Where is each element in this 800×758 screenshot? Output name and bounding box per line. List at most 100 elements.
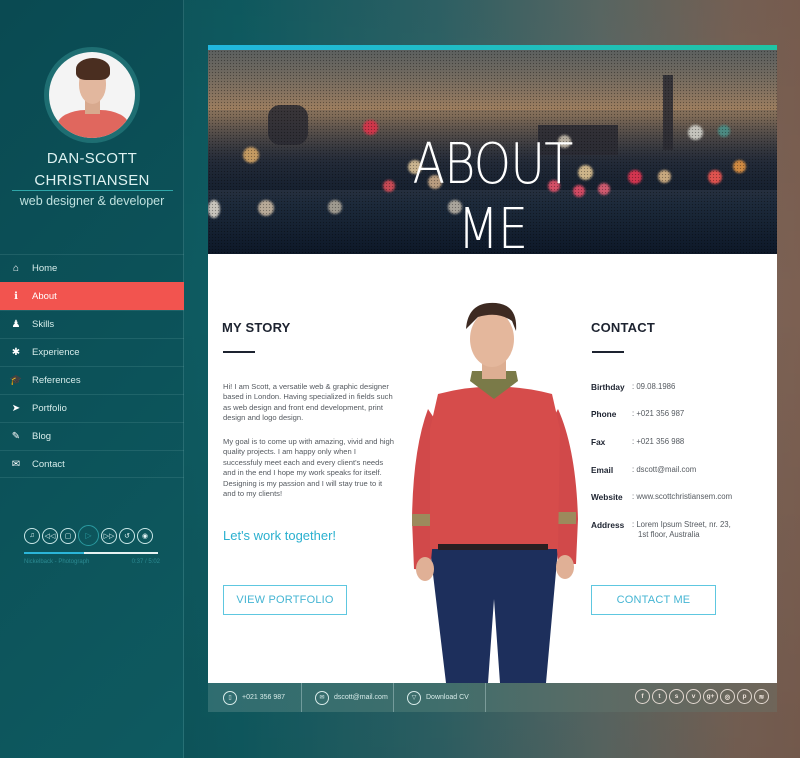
facebook-icon[interactable]: f bbox=[635, 689, 650, 704]
contact-row-email: Email : dscott@mail.com bbox=[591, 465, 696, 475]
profile-name-first: DAN-SCOTT bbox=[46, 150, 138, 167]
sidebar-item-label: Blog bbox=[32, 431, 52, 442]
track-name: Nickelback - Photograph bbox=[24, 559, 90, 565]
repeat-icon[interactable]: ↺ bbox=[119, 527, 135, 544]
contact-value-text: : Lorem Ipsum Street, nr. 23, bbox=[632, 520, 731, 529]
sidebar-nav: ⌂ Home ℹ About ♟ Skills ✱ Experience 🎓 References… bbox=[0, 254, 184, 478]
footer-email-text: dscott@mail.com bbox=[334, 694, 388, 701]
player-progress-bar[interactable] bbox=[24, 552, 158, 554]
contact-value-text-line2: 1st floor, Australia bbox=[638, 530, 700, 539]
contact-label: Address bbox=[591, 520, 625, 530]
story-heading-rule bbox=[223, 351, 255, 353]
phone-icon: ▯ bbox=[223, 690, 237, 705]
avatar bbox=[44, 47, 140, 143]
play-icon[interactable]: ▷ bbox=[78, 525, 99, 546]
player-controls: ♫ ◁◁ ▢ ▷ ▷▷ ↺ ◉ bbox=[24, 525, 162, 546]
profile-photo-model bbox=[412, 302, 578, 683]
footer-bar: ▯ +021 356 987 ✉ dscott@mail.com ▽ Downl… bbox=[208, 683, 777, 712]
contact-value-text: : +021 356 988 bbox=[632, 437, 685, 446]
download-cv-text: Download CV bbox=[426, 694, 469, 701]
rss-icon[interactable]: ≋ bbox=[754, 689, 769, 704]
dribbble-icon[interactable]: ◎ bbox=[720, 689, 735, 704]
contact-row-address: Address : Lorem Ipsum Street, nr. 23, 1st … bbox=[591, 520, 731, 540]
story-heading: MY STORY bbox=[222, 320, 291, 335]
contact-value: : +021 356 988 bbox=[632, 437, 684, 447]
contact-row-phone: Phone : +021 356 987 bbox=[591, 409, 684, 419]
paper-plane-icon: ➤ bbox=[11, 403, 21, 414]
contact-row-birthday: Birthday : 09.08.1986 bbox=[591, 382, 675, 392]
sidebar-item-about[interactable]: ℹ About bbox=[0, 282, 184, 310]
contact-me-button[interactable]: CONTACT ME bbox=[591, 585, 716, 615]
contact-label: Fax bbox=[591, 437, 606, 447]
sidebar-item-references[interactable]: 🎓 References bbox=[0, 366, 184, 394]
forward-icon[interactable]: ▷▷ bbox=[101, 527, 117, 544]
sidebar-item-blog[interactable]: ✎ Blog bbox=[0, 422, 184, 450]
footer-phone[interactable]: ▯ +021 356 987 bbox=[223, 683, 285, 712]
download-cv-link[interactable]: ▽ Download CV bbox=[407, 683, 469, 712]
contact-value: : 09.08.1986 bbox=[632, 382, 675, 392]
contact-value: : Lorem Ipsum Street, nr. 23, 1st floor, … bbox=[632, 520, 731, 540]
sidebar-item-label: Contact bbox=[32, 458, 65, 470]
contact-label: Birthday bbox=[591, 382, 625, 392]
contact-row-website: Website : www.scottchristiansem.com bbox=[591, 492, 732, 502]
home-icon: ⌂ bbox=[12, 263, 20, 274]
graduation-cap-icon: 🎓 bbox=[9, 375, 23, 386]
footer-divider bbox=[393, 683, 394, 712]
download-icon: ▽ bbox=[407, 690, 421, 705]
sidebar: DAN-SCOTT CHRISTIANSEN web designer & de… bbox=[0, 0, 184, 758]
contact-value-text: : +021 356 987 bbox=[632, 409, 685, 418]
story-paragraph-2: My goal is to come up with amazing, vivi… bbox=[223, 437, 394, 499]
page-title: ABOUT ME bbox=[412, 132, 573, 254]
music-player: ♫ ◁◁ ▢ ▷ ▷▷ ↺ ◉ Nickelback - Photograph 0:37 /… bbox=[24, 525, 162, 565]
profile-name-last: CHRISTIANSEN bbox=[34, 172, 150, 189]
contact-heading-rule bbox=[592, 351, 624, 353]
contact-row-fax: Fax : +021 356 988 bbox=[591, 437, 684, 447]
contact-label: Website bbox=[591, 492, 623, 502]
contact-value-text: : 09.08.1986 bbox=[632, 382, 676, 391]
track-time: 0:37 / 5:02 bbox=[131, 559, 160, 565]
envelope-icon: ✉ bbox=[11, 458, 21, 470]
social-links: f t s v g+ ◎ p ≋ bbox=[635, 689, 769, 704]
profile-role: web designer & developer bbox=[19, 194, 165, 208]
contact-heading: CONTACT bbox=[591, 320, 655, 335]
google-plus-icon[interactable]: g+ bbox=[703, 689, 718, 704]
sidebar-item-label: About bbox=[32, 291, 57, 302]
vimeo-icon[interactable]: v bbox=[686, 689, 701, 704]
contact-value: : +021 356 987 bbox=[632, 409, 684, 419]
pinterest-icon[interactable]: p bbox=[737, 689, 752, 704]
sidebar-item-label: Experience bbox=[32, 347, 80, 358]
sidebar-item-label: Home bbox=[32, 263, 58, 274]
contact-value[interactable]: : dscott@mail.com bbox=[632, 465, 696, 475]
contact-value-text: : www.scottchristiansem.com bbox=[632, 492, 733, 501]
footer-email[interactable]: ✉ dscott@mail.com bbox=[315, 683, 388, 712]
sidebar-item-portfolio[interactable]: ➤ Portfolio bbox=[0, 394, 184, 422]
footer-divider bbox=[485, 683, 486, 712]
twitter-icon[interactable]: t bbox=[652, 689, 667, 704]
stop-icon[interactable]: ▢ bbox=[60, 527, 76, 544]
quill-icon: ✎ bbox=[11, 431, 21, 442]
info-icon: ℹ bbox=[14, 291, 18, 302]
view-portfolio-button[interactable]: VIEW PORTFOLIO bbox=[223, 585, 347, 615]
contact-label: Email bbox=[591, 465, 614, 475]
player-progress-fill bbox=[24, 552, 85, 554]
music-icon[interactable]: ♫ bbox=[24, 527, 40, 544]
hero-banner: ABOUT ME bbox=[208, 50, 777, 254]
volume-icon[interactable]: ◉ bbox=[137, 527, 153, 544]
skype-icon[interactable]: s bbox=[669, 689, 684, 704]
about-content: MY STORY Hi! I am Scott, a versatile web… bbox=[208, 254, 777, 683]
gear-icon: ✱ bbox=[11, 347, 21, 358]
sidebar-item-contact[interactable]: ✉ Contact bbox=[0, 450, 184, 478]
user-check-icon: ♟ bbox=[11, 319, 21, 330]
contact-value[interactable]: : www.scottchristiansem.com bbox=[632, 492, 732, 502]
sidebar-item-experience[interactable]: ✱ Experience bbox=[0, 338, 184, 366]
sidebar-item-label: Skills bbox=[32, 319, 55, 330]
sidebar-item-label: References bbox=[32, 375, 81, 386]
contact-value-text: : dscott@mail.com bbox=[632, 465, 697, 474]
sidebar-item-home[interactable]: ⌂ Home bbox=[0, 254, 184, 282]
footer-divider bbox=[301, 683, 302, 712]
story-paragraph-1: Hi! I am Scott, a versatile web & graphi… bbox=[223, 382, 393, 423]
contact-label: Phone bbox=[591, 409, 617, 419]
sidebar-item-label: Portfolio bbox=[32, 403, 67, 414]
rewind-icon[interactable]: ◁◁ bbox=[42, 527, 58, 544]
sidebar-item-skills[interactable]: ♟ Skills bbox=[0, 310, 184, 338]
